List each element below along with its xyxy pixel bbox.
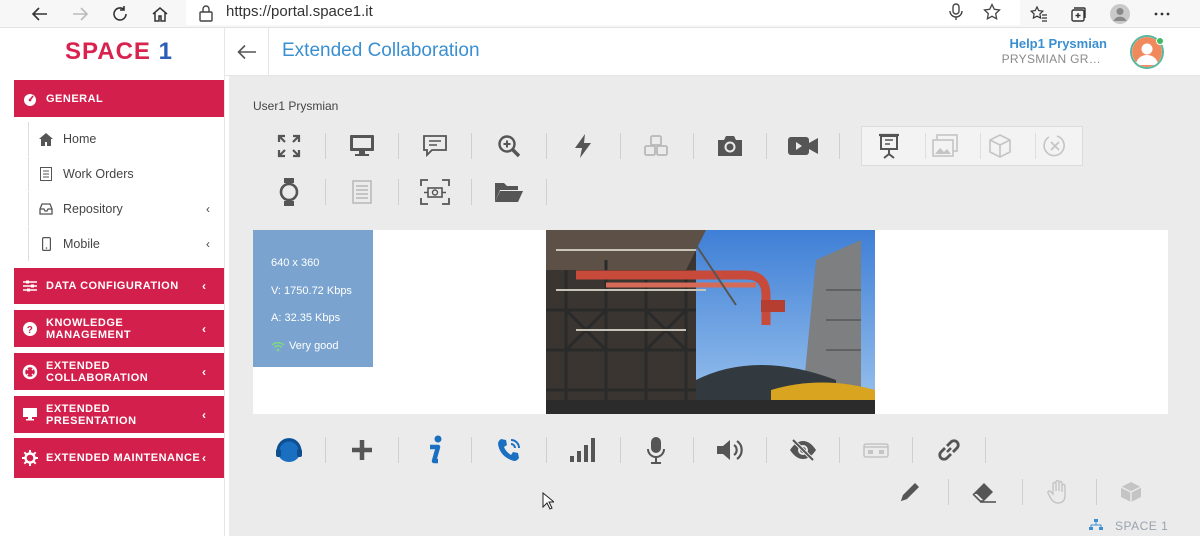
page-title: Extended Collaboration <box>282 40 480 61</box>
gear-icon <box>14 450 46 466</box>
link-icon[interactable] <box>913 430 985 470</box>
volume-icon[interactable] <box>694 430 766 470</box>
sliders-icon <box>14 280 46 292</box>
cubes-icon <box>620 126 692 166</box>
toolbar-separator <box>471 133 472 159</box>
pencil-icon[interactable] <box>874 472 946 512</box>
chat-icon[interactable] <box>399 126 471 166</box>
video-bitrate-text: V: 1750.72 Kbps <box>271 284 352 297</box>
mouse-cursor-icon <box>542 492 554 510</box>
toolbar-separator <box>985 437 986 463</box>
user-org: PRYSMIAN GR… <box>1001 52 1101 66</box>
chevron-left-icon: ‹ <box>202 279 207 293</box>
app-header: Extended Collaboration Help1 Prysmian PR… <box>225 28 1200 76</box>
left-margin <box>0 28 14 536</box>
user-name[interactable]: Help1 Prysmian <box>1009 36 1107 51</box>
lifebuoy-icon <box>14 364 46 380</box>
screen-share-icon[interactable] <box>326 126 398 166</box>
connection-quality: Very good <box>271 333 373 361</box>
phone-call-icon[interactable] <box>473 430 545 470</box>
camera-icon[interactable] <box>694 126 766 166</box>
sidebar-section-extended-presentation[interactable]: EXTENDED PRESENTATION ‹ <box>14 396 224 433</box>
document-list-icon <box>326 172 398 212</box>
chevron-left-icon: ‹ <box>202 407 207 422</box>
home-icon <box>29 132 63 146</box>
toolbar-separator <box>839 133 840 159</box>
video-panel: 640 x 360 V: 1750.72 Kbps A: 32.35 Kbps … <box>253 230 1168 414</box>
app-logo[interactable]: SPACE 1 <box>14 28 225 76</box>
audio-bitrate-text: A: 32.35 Kbps <box>271 312 341 324</box>
monitor-icon <box>14 408 46 421</box>
collections-icon[interactable] <box>1066 2 1090 26</box>
sidebar-section-data-configuration[interactable]: DATA CONFIGURATION ‹ <box>14 268 224 304</box>
sidebar: GENERAL Home Work Orders Repository ‹ Mo… <box>14 76 225 536</box>
favorites-icon[interactable] <box>1027 2 1051 26</box>
online-status-dot <box>1156 37 1164 45</box>
chevron-left-icon: ‹ <box>206 237 210 251</box>
info-icon[interactable] <box>399 430 471 470</box>
close-circle-icon <box>1019 126 1091 166</box>
more-icon[interactable] <box>1150 2 1174 26</box>
microphone-icon[interactable] <box>948 3 964 21</box>
mobile-icon <box>29 237 63 251</box>
inbox-icon <box>29 203 63 215</box>
signal-strength-icon[interactable] <box>547 430 619 470</box>
address-bar[interactable]: https://portal.space1.it <box>186 0 1020 25</box>
toolbar-separator <box>471 437 472 463</box>
sidebar-section-extended-collaboration[interactable]: EXTENDED COLLABORATION ‹ <box>14 353 224 390</box>
back-button[interactable] <box>225 28 269 76</box>
microphone-icon[interactable] <box>620 430 692 470</box>
box-icon <box>1095 472 1167 512</box>
eraser-icon[interactable] <box>948 472 1020 512</box>
svg-text:?: ? <box>27 325 34 336</box>
chevron-left-icon: ‹ <box>202 364 207 379</box>
resolution-text: 640 x 360 <box>271 257 320 269</box>
session-user-label: User1 Prysmian <box>253 99 339 113</box>
sidebar-section-general[interactable]: GENERAL <box>14 80 224 117</box>
star-icon[interactable] <box>983 3 1001 21</box>
chevron-left-icon: ‹ <box>202 321 207 336</box>
url-text: https://portal.space1.it <box>226 3 373 20</box>
sidebar-item-work-orders[interactable]: Work Orders <box>28 157 224 191</box>
vr-headset-icon <box>840 430 912 470</box>
chevron-left-icon: ‹ <box>206 202 210 216</box>
home-icon[interactable] <box>148 2 172 26</box>
smartwatch-icon[interactable] <box>253 172 325 212</box>
list-icon <box>29 167 63 181</box>
zoom-icon[interactable] <box>473 126 545 166</box>
video-camera-icon[interactable] <box>767 126 839 166</box>
sidebar-section-knowledge-management[interactable]: ? KNOWLEDGE MANAGEMENT ‹ <box>14 310 224 347</box>
arrow-left-icon <box>236 44 256 60</box>
profile-icon[interactable] <box>1108 2 1132 26</box>
headset-support-icon[interactable] <box>253 430 325 470</box>
hand-icon <box>1022 472 1094 512</box>
stream-stats: 640 x 360 V: 1750.72 Kbps A: 32.35 Kbps … <box>253 230 373 367</box>
main-content: User1 Prysmian 640 x 360 V: 1750.72 Kbps… <box>229 76 1200 536</box>
fullscreen-icon[interactable] <box>253 126 325 166</box>
reload-icon[interactable] <box>108 2 132 26</box>
flash-icon[interactable] <box>547 126 619 166</box>
chevron-left-icon: ‹ <box>202 451 207 465</box>
sidebar-item-home[interactable]: Home <box>28 122 224 156</box>
back-arrow-icon[interactable] <box>28 2 52 26</box>
toolbar-separator <box>546 179 547 205</box>
wifi-icon <box>271 341 285 352</box>
footer-brand: SPACE 1 <box>1115 519 1169 533</box>
forward-arrow-icon[interactable] <box>68 2 92 26</box>
dashboard-icon <box>14 92 46 106</box>
sidebar-item-repository[interactable]: Repository ‹ <box>28 192 224 226</box>
network-icon <box>1089 519 1103 531</box>
toolbar-separator <box>471 179 472 205</box>
remote-video-stream[interactable] <box>546 230 875 414</box>
sidebar-item-mobile[interactable]: Mobile ‹ <box>28 227 224 261</box>
scan-target-icon[interactable] <box>399 172 471 212</box>
sidebar-section-extended-maintenance[interactable]: EXTENDED MAINTENANCE ‹ <box>14 438 224 478</box>
folder-open-icon[interactable] <box>473 172 545 212</box>
eye-slash-icon[interactable] <box>767 430 839 470</box>
add-icon[interactable] <box>326 430 398 470</box>
logo-text: SPACE 1 <box>65 38 173 65</box>
lock-icon <box>198 4 214 22</box>
browser-toolbar: https://portal.space1.it <box>0 0 1200 28</box>
question-icon: ? <box>14 321 46 336</box>
